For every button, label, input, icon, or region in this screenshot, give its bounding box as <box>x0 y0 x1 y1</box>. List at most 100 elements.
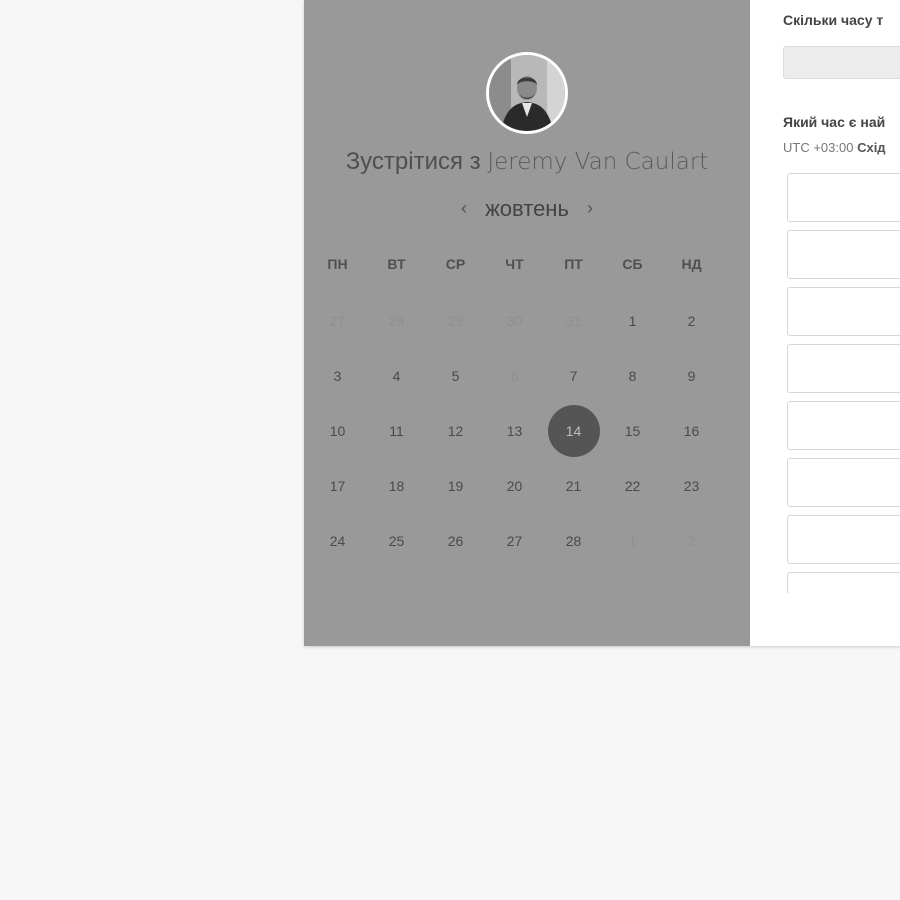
calendar-day[interactable]: 7 <box>544 348 603 403</box>
time-slot-button[interactable] <box>787 230 900 279</box>
calendar-day: 31 <box>544 293 603 348</box>
calendar-day-selected[interactable]: 14 <box>544 403 603 458</box>
calendar-day-number: 15 <box>624 422 641 439</box>
duration-label: Скільки часу т <box>783 12 884 28</box>
calendar-day[interactable]: 13 <box>485 403 544 458</box>
best-time-label: Який час є най <box>783 114 886 130</box>
calendar-day[interactable]: 27 <box>485 513 544 568</box>
calendar-day-number: 28 <box>388 312 405 329</box>
calendar-day-number: 29 <box>447 312 464 329</box>
calendar-panel: Зустрітися з Jeremy Van Caulart ‹ жовтен… <box>304 0 750 646</box>
calendar-day: 29 <box>426 293 485 348</box>
calendar-day-number: 6 <box>510 367 519 384</box>
weekday-label: НД <box>681 256 702 272</box>
calendar-day-number: 14 <box>565 422 582 439</box>
calendar-day[interactable]: 17 <box>308 458 367 513</box>
calendar-day-number: 2 <box>687 532 696 549</box>
calendar-day: 27 <box>308 293 367 348</box>
calendar-day-number: 22 <box>624 477 641 494</box>
calendar-day[interactable]: 25 <box>367 513 426 568</box>
weekday-label: ПН <box>327 256 348 272</box>
timezone-name[interactable]: Схід <box>857 140 885 155</box>
calendar-day-number: 18 <box>388 477 405 494</box>
calendar-day-number: 11 <box>389 422 404 439</box>
calendar-day[interactable]: 22 <box>603 458 662 513</box>
calendar-day-number: 7 <box>569 367 578 384</box>
calendar-day-number: 1 <box>628 312 637 329</box>
time-slot-button[interactable] <box>787 173 900 222</box>
calendar-day-number: 31 <box>565 312 582 329</box>
prev-month-icon[interactable]: ‹ <box>449 198 479 219</box>
calendar-day-number: 1 <box>628 532 637 549</box>
calendar-day[interactable]: 26 <box>426 513 485 568</box>
calendar-day-number: 17 <box>329 477 346 494</box>
weekday-label: ЧТ <box>505 256 524 272</box>
calendar-day-number: 25 <box>388 532 405 549</box>
meeting-title: Зустрітися з Jeremy Van Caulart <box>304 148 750 176</box>
calendar-day[interactable]: 23 <box>662 458 721 513</box>
time-slot-button[interactable] <box>787 515 900 564</box>
calendar-day-number: 9 <box>687 367 696 384</box>
calendar-day: 1 <box>603 513 662 568</box>
calendar-day[interactable]: 4 <box>367 348 426 403</box>
calendar-day[interactable]: 2 <box>662 293 721 348</box>
calendar-day[interactable]: 9 <box>662 348 721 403</box>
calendar-day[interactable]: 11 <box>367 403 426 458</box>
calendar-day: 28 <box>367 293 426 348</box>
meeting-title-prefix: Зустрітися з <box>345 148 481 175</box>
month-navigation: ‹ жовтень › <box>304 196 750 226</box>
calendar-day[interactable]: 15 <box>603 403 662 458</box>
duration-select[interactable] <box>783 46 900 79</box>
time-slot-button[interactable] <box>787 458 900 507</box>
calendar-day[interactable]: 19 <box>426 458 485 513</box>
calendar-day-number: 3 <box>333 367 342 384</box>
calendar-day[interactable]: 20 <box>485 458 544 513</box>
time-slot-button[interactable] <box>787 344 900 393</box>
calendar-day-number: 5 <box>451 367 460 384</box>
timezone-offset: UTC +03:00 <box>783 140 854 155</box>
calendar-day-number: 26 <box>447 532 464 549</box>
calendar-day[interactable]: 5 <box>426 348 485 403</box>
calendar-day[interactable]: 28 <box>544 513 603 568</box>
calendar-day[interactable]: 3 <box>308 348 367 403</box>
weekday-label: ВТ <box>387 256 406 272</box>
calendar-day[interactable]: 18 <box>367 458 426 513</box>
timezone-label: UTC +03:00 Схід <box>783 140 886 155</box>
host-photo-icon <box>489 55 565 131</box>
calendar-day-number: 2 <box>687 312 696 329</box>
time-panel: Скільки часу т Який час є най UTC +03:00… <box>750 0 900 646</box>
calendar-day: 6 <box>485 348 544 403</box>
host-name: Jeremy Van Caulart <box>487 149 709 175</box>
calendar-day-number: 28 <box>565 532 582 549</box>
time-slot-button[interactable] <box>787 287 900 336</box>
calendar-day-number: 30 <box>506 312 523 329</box>
calendar-day[interactable]: 16 <box>662 403 721 458</box>
scheduler-card: Зустрітися з Jeremy Van Caulart ‹ жовтен… <box>304 0 900 646</box>
calendar-day: 30 <box>485 293 544 348</box>
calendar-day-number: 27 <box>329 312 346 329</box>
calendar-day-number: 19 <box>447 477 464 494</box>
time-slot-button[interactable] <box>787 401 900 450</box>
time-slot-button[interactable] <box>787 572 900 593</box>
next-month-icon[interactable]: › <box>575 198 605 219</box>
calendar-day[interactable]: 12 <box>426 403 485 458</box>
calendar-day-number: 10 <box>329 422 346 439</box>
weekday-label: ПТ <box>564 256 583 272</box>
calendar-day-number: 13 <box>506 422 523 439</box>
calendar-day-number: 21 <box>565 477 582 494</box>
calendar-day: 2 <box>662 513 721 568</box>
calendar-day[interactable]: 10 <box>308 403 367 458</box>
time-slot-list <box>787 173 900 593</box>
calendar-grid: 27 28 29 30 31 1 2 3 4 5 6 7 8 9 10 11 12 13 14 15 16 17 18 19 2… <box>308 293 750 568</box>
calendar-day-number: 12 <box>447 422 464 439</box>
weekday-header: ПН ВТ СР ЧТ ПТ СБ НД <box>308 256 750 272</box>
calendar-day-number: 20 <box>506 477 523 494</box>
calendar-day-number: 8 <box>628 367 637 384</box>
calendar-day[interactable]: 1 <box>603 293 662 348</box>
calendar-day[interactable]: 8 <box>603 348 662 403</box>
calendar-day-number: 23 <box>683 477 700 494</box>
calendar-day-number: 24 <box>329 532 346 549</box>
calendar-day[interactable]: 21 <box>544 458 603 513</box>
calendar-day[interactable]: 24 <box>308 513 367 568</box>
month-label: жовтень <box>485 196 569 221</box>
